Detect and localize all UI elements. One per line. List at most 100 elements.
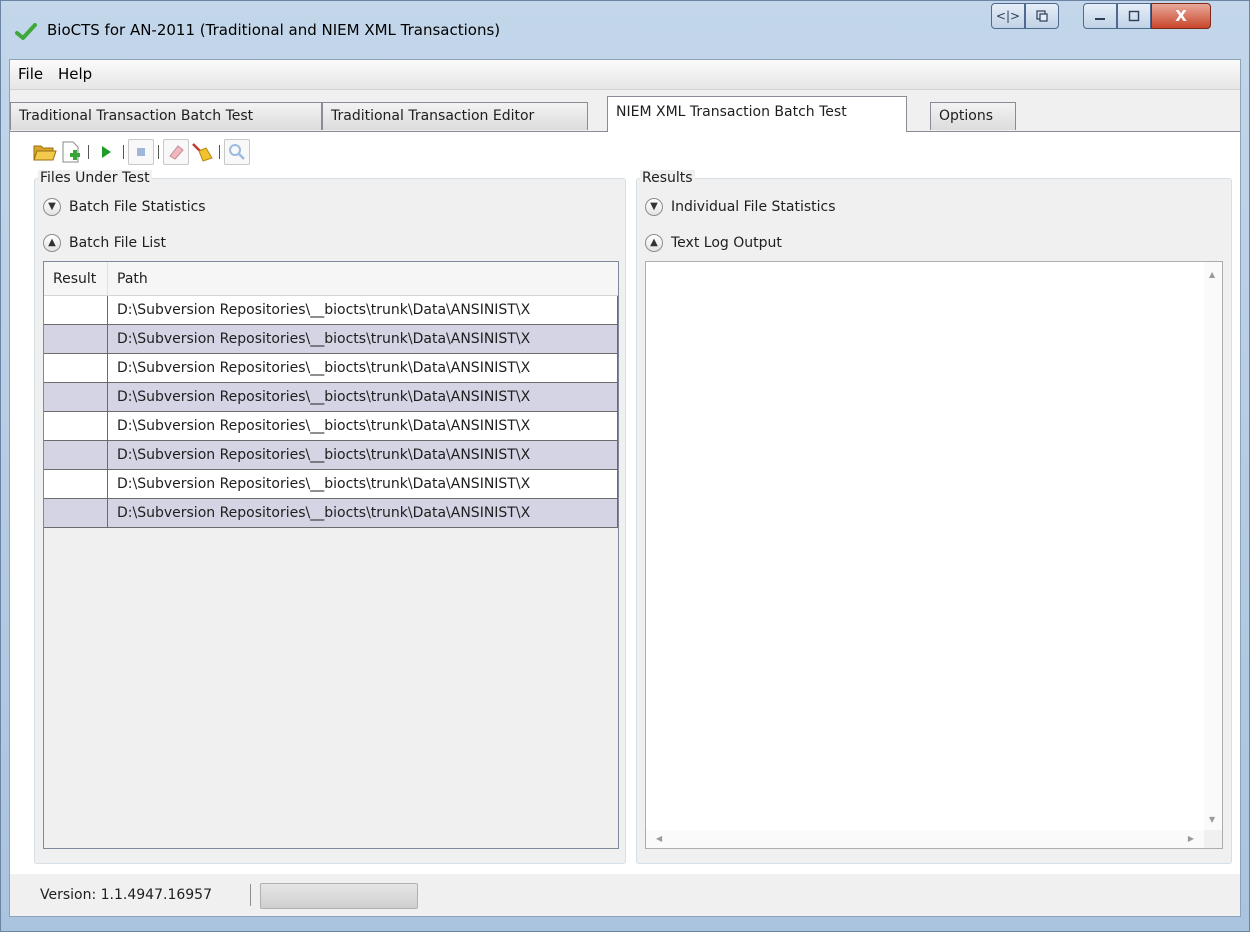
tab-niem-batch-test[interactable]: NIEM XML Transaction Batch Test	[607, 96, 907, 132]
stop-icon	[137, 148, 145, 156]
path-cell[interactable]: D:\Subversion Repositories\__biocts\trun…	[108, 499, 618, 527]
status-bar: Version: 1.1.4947.16957	[10, 874, 1240, 916]
close-icon: X	[1175, 7, 1187, 25]
chevron-down-icon: ▼	[43, 198, 61, 216]
table-row[interactable]: D:\Subversion Repositories\__biocts\trun…	[44, 325, 618, 354]
version-label: Version: 1.1.4947.16957	[40, 887, 212, 903]
path-cell[interactable]: D:\Subversion Repositories\__biocts\trun…	[108, 412, 618, 440]
table-row[interactable]: D:\Subversion Repositories\__biocts\trun…	[44, 354, 618, 383]
run-icon	[102, 146, 111, 158]
status-separator	[250, 884, 251, 906]
menu-bar: File Help	[10, 60, 1240, 90]
results-group: Results ▼ Individual File Statistics ▲ T…	[636, 170, 1232, 864]
toolbar	[32, 138, 250, 166]
batch-file-list-expander[interactable]: ▲ Batch File List	[43, 232, 166, 254]
copy-window-icon	[1036, 10, 1048, 22]
stop-button[interactable]	[128, 139, 154, 165]
clear-button[interactable]	[163, 139, 189, 165]
snap-button[interactable]	[1025, 3, 1059, 29]
table-row[interactable]: D:\Subversion Repositories\__biocts\trun…	[44, 383, 618, 412]
path-cell[interactable]: D:\Subversion Repositories\__biocts\trun…	[108, 441, 618, 469]
niem-batch-test-page: Files Under Test ▼ Batch File Statistics…	[10, 132, 1240, 874]
chevron-up-icon: ▲	[43, 234, 61, 252]
horizontal-scrollbar[interactable]: ◀ ▶	[646, 830, 1204, 848]
maximize-button[interactable]	[1117, 3, 1151, 29]
column-header-result[interactable]: Result	[44, 262, 108, 296]
vertical-scrollbar[interactable]: ▲ ▼	[1204, 262, 1222, 830]
individual-file-statistics-expander[interactable]: ▼ Individual File Statistics	[645, 196, 836, 218]
title-bar[interactable]: BioCTS for AN-2011 (Traditional and NIEM…	[1, 1, 1249, 59]
progress-bar	[260, 883, 418, 909]
table-row[interactable]: D:\Subversion Repositories\__biocts\trun…	[44, 499, 618, 528]
menu-file[interactable]: File	[18, 65, 43, 83]
table-row[interactable]: D:\Subversion Repositories\__biocts\trun…	[44, 470, 618, 499]
chevron-down-icon: ▼	[645, 198, 663, 216]
batch-file-statistics-expander[interactable]: ▼ Batch File Statistics	[43, 196, 206, 218]
text-log-output-expander[interactable]: ▲ Text Log Output	[645, 232, 782, 254]
extra-window-buttons: <|>	[991, 3, 1059, 29]
minimize-button[interactable]	[1083, 3, 1117, 29]
result-cell[interactable]	[44, 354, 108, 382]
path-cell[interactable]: D:\Subversion Repositories\__biocts\trun…	[108, 354, 618, 382]
tab-traditional-editor[interactable]: Traditional Transaction Editor	[322, 102, 588, 130]
green-checkmark-icon	[15, 23, 37, 40]
toolbar-separator	[158, 145, 159, 159]
open-button[interactable]	[32, 139, 58, 165]
scroll-right-icon[interactable]: ▶	[1188, 834, 1194, 843]
path-cell[interactable]: D:\Subversion Repositories\__biocts\trun…	[108, 325, 618, 353]
result-cell[interactable]	[44, 470, 108, 498]
expander-label: Batch File Statistics	[69, 199, 206, 215]
run-button[interactable]	[93, 139, 119, 165]
tab-options[interactable]: Options	[930, 102, 1016, 130]
scroll-down-icon[interactable]: ▼	[1209, 815, 1215, 824]
table-row[interactable]: D:\Subversion Repositories\__biocts\trun…	[44, 441, 618, 470]
path-cell[interactable]: D:\Subversion Repositories\__biocts\trun…	[108, 383, 618, 411]
results-title: Results	[640, 170, 695, 186]
window-title: BioCTS for AN-2011 (Traditional and NIEM…	[47, 21, 501, 39]
add-file-button[interactable]	[58, 139, 84, 165]
toolbar-separator	[219, 145, 220, 159]
grid-header: Result Path	[44, 262, 618, 296]
close-button[interactable]: X	[1151, 3, 1211, 29]
files-under-test-group: Files Under Test ▼ Batch File Statistics…	[34, 170, 626, 864]
result-cell[interactable]	[44, 412, 108, 440]
result-cell[interactable]	[44, 325, 108, 353]
broom-icon	[192, 143, 213, 162]
tab-traditional-batch-test[interactable]: Traditional Transaction Batch Test	[10, 102, 322, 130]
batch-file-grid[interactable]: Result Path D:\Subversion Repositories\_…	[43, 261, 619, 849]
search-button[interactable]	[224, 139, 250, 165]
minimize-icon	[1095, 18, 1105, 20]
column-header-path[interactable]: Path	[108, 262, 618, 296]
result-cell[interactable]	[44, 383, 108, 411]
toolbar-separator	[123, 145, 124, 159]
toolbar-separator	[88, 145, 89, 159]
open-folder-icon	[33, 145, 57, 161]
files-under-test-title: Files Under Test	[38, 170, 152, 186]
eraser-icon	[169, 145, 184, 160]
scroll-corner	[1204, 830, 1222, 848]
search-icon	[229, 144, 245, 160]
expander-label: Text Log Output	[671, 235, 782, 251]
tab-strip: Traditional Transaction Batch Test Tradi…	[10, 92, 1240, 132]
result-cell[interactable]	[44, 296, 108, 324]
client-area: File Help Traditional Transaction Batch …	[9, 59, 1241, 917]
cleanup-button[interactable]	[189, 139, 215, 165]
code-brackets-icon: <|>	[995, 9, 1021, 23]
path-cell[interactable]: D:\Subversion Repositories\__biocts\trun…	[108, 296, 618, 324]
scroll-up-icon[interactable]: ▲	[1209, 270, 1215, 279]
table-row[interactable]: D:\Subversion Repositories\__biocts\trun…	[44, 412, 618, 441]
maximize-icon	[1128, 10, 1140, 22]
app-window: BioCTS for AN-2011 (Traditional and NIEM…	[0, 0, 1250, 932]
add-file-icon	[62, 141, 80, 163]
text-log-output[interactable]: ▲ ▼ ◀ ▶	[645, 261, 1223, 849]
window-controls: X	[1083, 3, 1211, 29]
grid-body: D:\Subversion Repositories\__biocts\trun…	[44, 296, 618, 528]
expander-label: Batch File List	[69, 235, 167, 251]
path-cell[interactable]: D:\Subversion Repositories\__biocts\trun…	[108, 470, 618, 498]
menu-help[interactable]: Help	[58, 65, 92, 83]
scroll-left-icon[interactable]: ◀	[656, 834, 662, 843]
result-cell[interactable]	[44, 499, 108, 527]
result-cell[interactable]	[44, 441, 108, 469]
table-row[interactable]: D:\Subversion Repositories\__biocts\trun…	[44, 296, 618, 325]
code-view-button[interactable]: <|>	[991, 3, 1025, 29]
